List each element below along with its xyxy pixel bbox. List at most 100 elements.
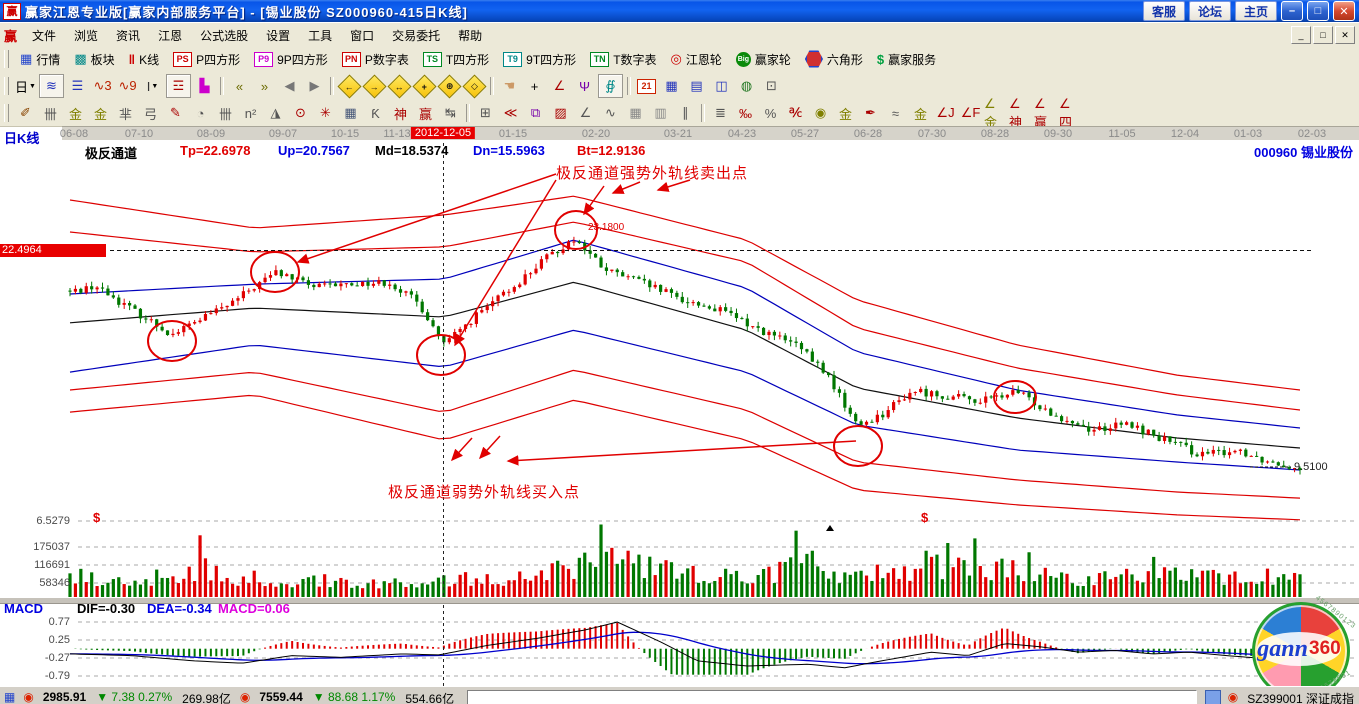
- draw-fanfill-icon[interactable]: ▨: [549, 102, 572, 124]
- draw-goldline-icon[interactable]: 金: [834, 102, 857, 124]
- draw-wave-icon[interactable]: ∿: [599, 102, 622, 124]
- wave-brain-icon[interactable]: ∯: [598, 74, 623, 98]
- menu-窗口[interactable]: 窗口: [341, 25, 383, 46]
- status-scroll-button[interactable]: [1205, 690, 1221, 704]
- calculator-icon[interactable]: ▦: [660, 75, 683, 97]
- draw-nsquare-icon[interactable]: n²: [239, 102, 262, 124]
- chart-area[interactable]: 日K线 极反通道Tp=22.6978Up=20.7567Md=18.5374Dn…: [0, 140, 1359, 686]
- drag-hand-icon[interactable]: ☚: [498, 75, 521, 97]
- mdi-minimize-button[interactable]: _: [1291, 26, 1311, 44]
- draw-clock-icon[interactable]: ◔: [189, 102, 212, 124]
- draw-angle-four-icon[interactable]: ∠四: [1059, 102, 1082, 124]
- diamond-compress-icon[interactable]: ⊕: [438, 75, 461, 97]
- restore-button[interactable]: □: [1307, 1, 1329, 21]
- last-bar-icon[interactable]: »: [253, 75, 276, 97]
- volume-profile-icon[interactable]: ▙: [193, 75, 216, 97]
- diamond-hspan-icon[interactable]: ↔: [388, 75, 411, 97]
- angle-measure-icon[interactable]: ∠: [548, 75, 571, 97]
- draw-angle-gold-icon[interactable]: ∠金: [984, 102, 1007, 124]
- draw-ladder-icon[interactable]: ≣: [709, 102, 732, 124]
- status-app-icon[interactable]: ▦: [4, 690, 15, 704]
- mdi-close-button[interactable]: ✕: [1335, 26, 1355, 44]
- toolbar-grip[interactable]: [4, 50, 9, 68]
- toolbar-9t-square-button[interactable]: T99T四方形: [496, 48, 583, 70]
- toolbar-winner-service-button[interactable]: $赢家服务: [870, 48, 943, 70]
- draw-gold-grid-icon[interactable]: 金: [64, 102, 87, 124]
- gann-pattern-icon[interactable]: ☲: [166, 74, 191, 98]
- first-bar-icon[interactable]: «: [228, 75, 251, 97]
- toolbar-p-table-button[interactable]: PNP数字表: [335, 48, 416, 70]
- gann-tool-icon[interactable]: Ψ: [573, 75, 596, 97]
- draw-goldband-icon[interactable]: 金: [909, 102, 932, 124]
- menu-交易委托[interactable]: 交易委托: [383, 25, 449, 46]
- diamond-expand-icon[interactable]: +: [413, 75, 436, 97]
- bars-9-icon[interactable]: ∿9: [116, 75, 139, 97]
- kline-period-button[interactable]: 日▼: [14, 75, 37, 97]
- toolbar-gann-wheel-button[interactable]: ◎江恩轮: [664, 48, 729, 70]
- notes-icon[interactable]: ▤: [685, 75, 708, 97]
- titlebar-link-论坛[interactable]: 论坛: [1189, 1, 1231, 21]
- prev-bar-icon[interactable]: ◀: [278, 75, 301, 97]
- toolbar-9p-square-button[interactable]: P99P四方形: [247, 48, 335, 70]
- draw-fanbox-icon[interactable]: ⧉: [524, 102, 547, 124]
- diamond-left-icon[interactable]: ←: [338, 75, 361, 97]
- draw-frame-icon[interactable]: ⊞: [474, 102, 497, 124]
- draw-kmark-icon[interactable]: Ƙ: [364, 102, 387, 124]
- draw-grid-icon[interactable]: 卌: [39, 102, 62, 124]
- draw-angle-win-icon[interactable]: ∠赢: [1034, 102, 1057, 124]
- draw-brush-icon[interactable]: ✒: [859, 102, 882, 124]
- toolbar-t-table-button[interactable]: TNT数字表: [583, 48, 663, 70]
- draw-waveband-icon[interactable]: ≈: [884, 102, 907, 124]
- minimize-button[interactable]: –: [1281, 1, 1303, 21]
- draw-win-icon[interactable]: 赢: [414, 102, 437, 124]
- draw-target-icon[interactable]: ⊙: [289, 102, 312, 124]
- draw-shen-icon[interactable]: 神: [389, 102, 412, 124]
- crosshair-icon[interactable]: +: [523, 75, 546, 97]
- titlebar-link-主页[interactable]: 主页: [1235, 1, 1277, 21]
- diamond-full-icon[interactable]: ◇: [463, 75, 486, 97]
- draw-angle-shen-icon[interactable]: ∠神: [1009, 102, 1032, 124]
- toolbar-t-square-button[interactable]: TST四方形: [416, 48, 496, 70]
- web-refresh-icon[interactable]: ◍: [735, 75, 758, 97]
- diamond-right-icon[interactable]: →: [363, 75, 386, 97]
- index-value[interactable]: 7559.44: [259, 690, 302, 704]
- draw-boxgrid-icon[interactable]: ▦: [339, 102, 362, 124]
- index-value[interactable]: 2985.91: [43, 690, 86, 704]
- mdi-restore-button[interactable]: □: [1313, 26, 1333, 44]
- draw-pct-icon[interactable]: %: [759, 102, 782, 124]
- draw-pctline-icon[interactable]: ‰: [734, 102, 757, 124]
- toolbar-kline-button[interactable]: ‖K线: [122, 48, 166, 70]
- toolbar-grip[interactable]: [4, 104, 9, 122]
- menu-资讯[interactable]: 资讯: [107, 25, 149, 46]
- toolbar-sectors-button[interactable]: ▩板块: [67, 48, 121, 70]
- draw-angleline-icon[interactable]: ∠: [574, 102, 597, 124]
- calendar-icon[interactable]: 21: [635, 75, 658, 97]
- draw-star-icon[interactable]: ✳: [314, 102, 337, 124]
- data-download-icon[interactable]: ⊡: [760, 75, 783, 97]
- menu-江恩[interactable]: 江恩: [149, 25, 191, 46]
- menu-文件[interactable]: 文件: [23, 25, 65, 46]
- draw-span-icon[interactable]: ↹: [439, 102, 462, 124]
- menu-工具[interactable]: 工具: [299, 25, 341, 46]
- toolbar-winner-wheel-button[interactable]: Big赢家轮: [729, 48, 798, 70]
- f10-info-icon[interactable]: ☰: [66, 75, 89, 97]
- toolbar-quotes-button[interactable]: ▦行情: [13, 48, 67, 70]
- candle-style-button[interactable]: I▼: [141, 75, 164, 97]
- draw-parallel-icon[interactable]: ∥: [674, 102, 697, 124]
- draw-goldcircle-icon[interactable]: ◉: [809, 102, 832, 124]
- draw-fan-icon[interactable]: ≪: [499, 102, 522, 124]
- toolbar-hexagon-button[interactable]: 六角形: [798, 48, 870, 70]
- draw-retrace-icon[interactable]: ℀: [784, 102, 807, 124]
- main-chart-icon[interactable]: ≋: [39, 74, 64, 98]
- menu-公式选股[interactable]: 公式选股: [191, 25, 257, 46]
- draw-bow-icon[interactable]: 弓: [139, 102, 162, 124]
- draw-red-pen-icon[interactable]: ✎: [164, 102, 187, 124]
- draw-angle-f-icon[interactable]: ∠F: [959, 102, 982, 124]
- menu-设置[interactable]: 设置: [257, 25, 299, 46]
- draw-grid3-icon[interactable]: 卌: [214, 102, 237, 124]
- next-bar-icon[interactable]: ▶: [303, 75, 326, 97]
- draw-densegrid-icon[interactable]: ▦: [624, 102, 647, 124]
- bars-3-icon[interactable]: ∿3: [91, 75, 114, 97]
- menu-帮助[interactable]: 帮助: [449, 25, 491, 46]
- draw-gold-grid2-icon[interactable]: 金: [89, 102, 112, 124]
